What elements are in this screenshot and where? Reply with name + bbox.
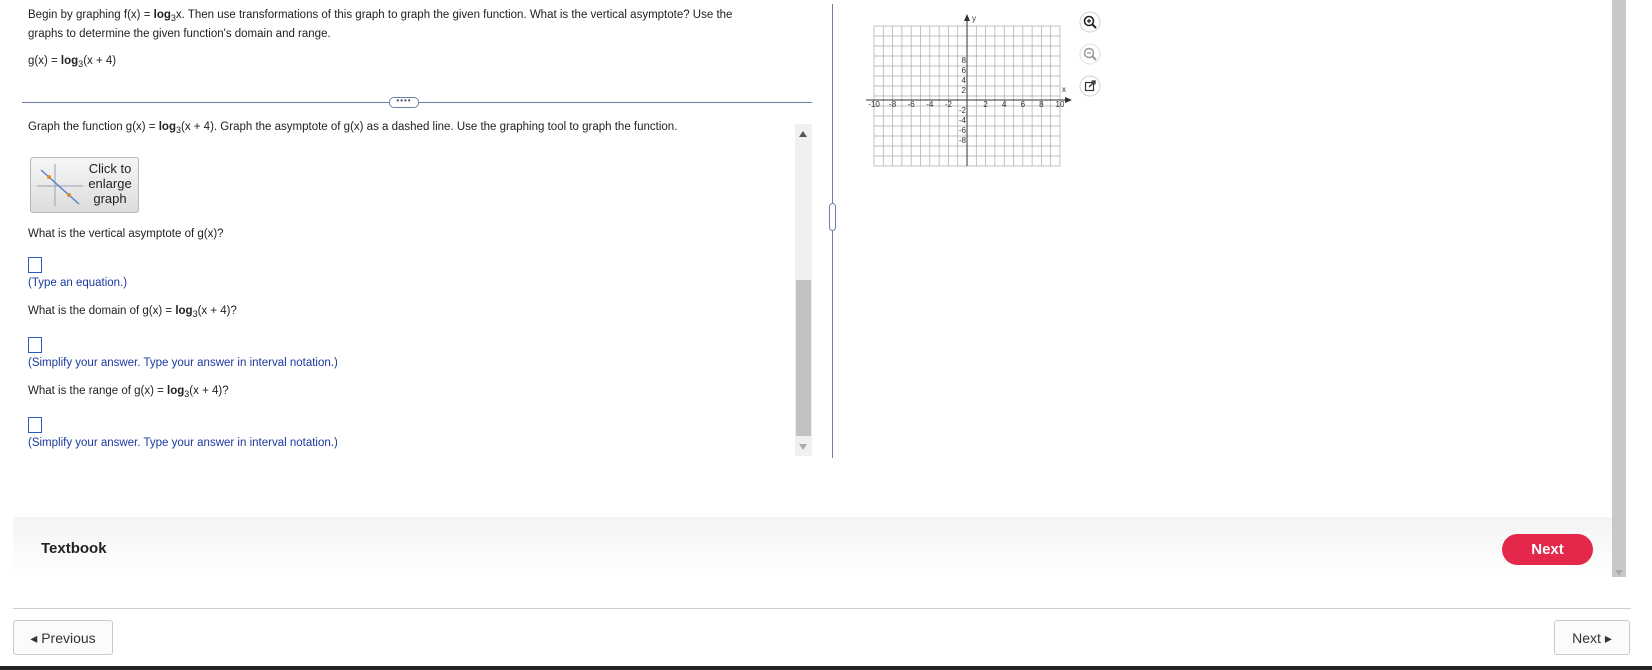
x-tick-label: 6 (1021, 100, 1026, 109)
y-tick-label: 2 (962, 86, 967, 95)
range-prefix: What is the range of g(x) = (28, 385, 168, 397)
question-stem-line2: graphs to determine the given function's… (28, 28, 331, 40)
range-hint: (Simplify your answer. Type your answer … (28, 437, 338, 449)
footer-separator (13, 608, 1631, 609)
next-question-button[interactable]: Next (1502, 534, 1593, 565)
divider-handle[interactable]: •••• (389, 97, 419, 108)
given-arg: (x + 4) (83, 55, 117, 67)
y-axis-label: y (972, 14, 976, 23)
enlarge-label-line2: enlarge (88, 176, 132, 191)
enlarge-label-line3: graph (93, 191, 127, 206)
range-log: log (167, 385, 185, 397)
asymptote-answer-input[interactable] (28, 257, 42, 273)
domain-question: What is the domain of g(x) = log3(x + 4)… (28, 302, 237, 324)
page-scrollbar-thumb[interactable] (1612, 0, 1626, 577)
instructions-text: Graph the function g(x) = (28, 121, 159, 133)
domain-prefix: What is the domain of g(x) = (28, 305, 176, 317)
intro-text: Begin by graphing f(x) = (28, 9, 154, 21)
asymptote-hint: (Type an equation.) (28, 277, 128, 289)
asymptote-question: What is the vertical asymptote of g(x)? (28, 228, 224, 240)
zoom-in-icon[interactable] (1079, 11, 1101, 33)
x-tick-label: 8 (1039, 100, 1044, 109)
log-text: log (153, 9, 171, 21)
intro-text-cont: x. Then use transformations of this grap… (175, 9, 733, 21)
x-tick-label: 2 (983, 100, 988, 109)
window-bottom-border (0, 666, 1652, 670)
enlarge-graph-label: Click to enlarge graph (85, 161, 135, 206)
y-tick-label: -8 (959, 136, 967, 145)
x-tick-label: 10 (1056, 100, 1065, 109)
domain-log: log (175, 305, 193, 317)
y-tick-label: 8 (962, 56, 967, 65)
given-function: g(x) = log3(x + 4) (28, 52, 116, 74)
x-tick-label: 4 (1002, 100, 1007, 109)
y-tick-label: -6 (959, 126, 967, 135)
splitter-handle[interactable] (829, 203, 836, 231)
y-tick-label: -4 (959, 116, 967, 125)
panel-scroll-thumb[interactable] (796, 280, 811, 436)
zoom-out-icon[interactable] (1079, 43, 1101, 65)
x-axis-label: x (1062, 85, 1066, 94)
instructions-log: log (158, 121, 176, 133)
x-tick-label: -6 (908, 100, 916, 109)
range-answer-input[interactable] (28, 417, 42, 433)
previous-button[interactable]: ◂ Previous (13, 620, 113, 655)
scroll-down-arrow[interactable] (799, 444, 807, 450)
x-tick-label: -10 (868, 100, 880, 109)
enlarge-graph-button[interactable]: Click to enlarge graph (30, 157, 139, 213)
instructions-text-cont: (x + 4). Graph the asymptote of g(x) as … (181, 121, 678, 133)
graph-thumbnail-icon (37, 164, 83, 206)
y-tick-label: 6 (962, 66, 967, 75)
enlarge-label-line1: Click to (88, 161, 132, 176)
page-scroll-down-arrow[interactable] (1615, 570, 1623, 576)
range-suffix: (x + 4)? (189, 385, 229, 397)
y-axis-arrow (964, 14, 970, 21)
panel-scrollbar[interactable] (795, 124, 812, 456)
x-tick-label: -2 (945, 100, 953, 109)
bottom-toolbar (13, 517, 1612, 577)
x-tick-label: -4 (926, 100, 934, 109)
y-tick-label: -2 (959, 106, 967, 115)
x-tick-label: -8 (889, 100, 897, 109)
given-log: log (60, 55, 79, 67)
graph-instructions: Graph the function g(x) = log3(x + 4). G… (28, 118, 677, 140)
coordinate-graph[interactable]: xy-10 -8 -6 -4 -2 2 4 6 8 108642-2-4-6-8 (866, 12, 1072, 172)
domain-hint: (Simplify your answer. Type your answer … (28, 357, 338, 369)
panel-splitter (832, 4, 833, 458)
scroll-up-arrow[interactable] (799, 131, 807, 137)
next-button[interactable]: Next ▸ (1554, 620, 1630, 655)
domain-suffix: (x + 4)? (197, 305, 237, 317)
range-question: What is the range of g(x) = log3(x + 4)? (28, 382, 229, 404)
domain-answer-input[interactable] (28, 337, 42, 353)
textbook-link[interactable]: Textbook (41, 540, 107, 557)
given-prefix: g(x) = (28, 55, 61, 67)
external-link-icon[interactable] (1079, 75, 1101, 97)
x-axis-arrow (1065, 97, 1072, 103)
y-tick-label: 4 (962, 76, 967, 85)
